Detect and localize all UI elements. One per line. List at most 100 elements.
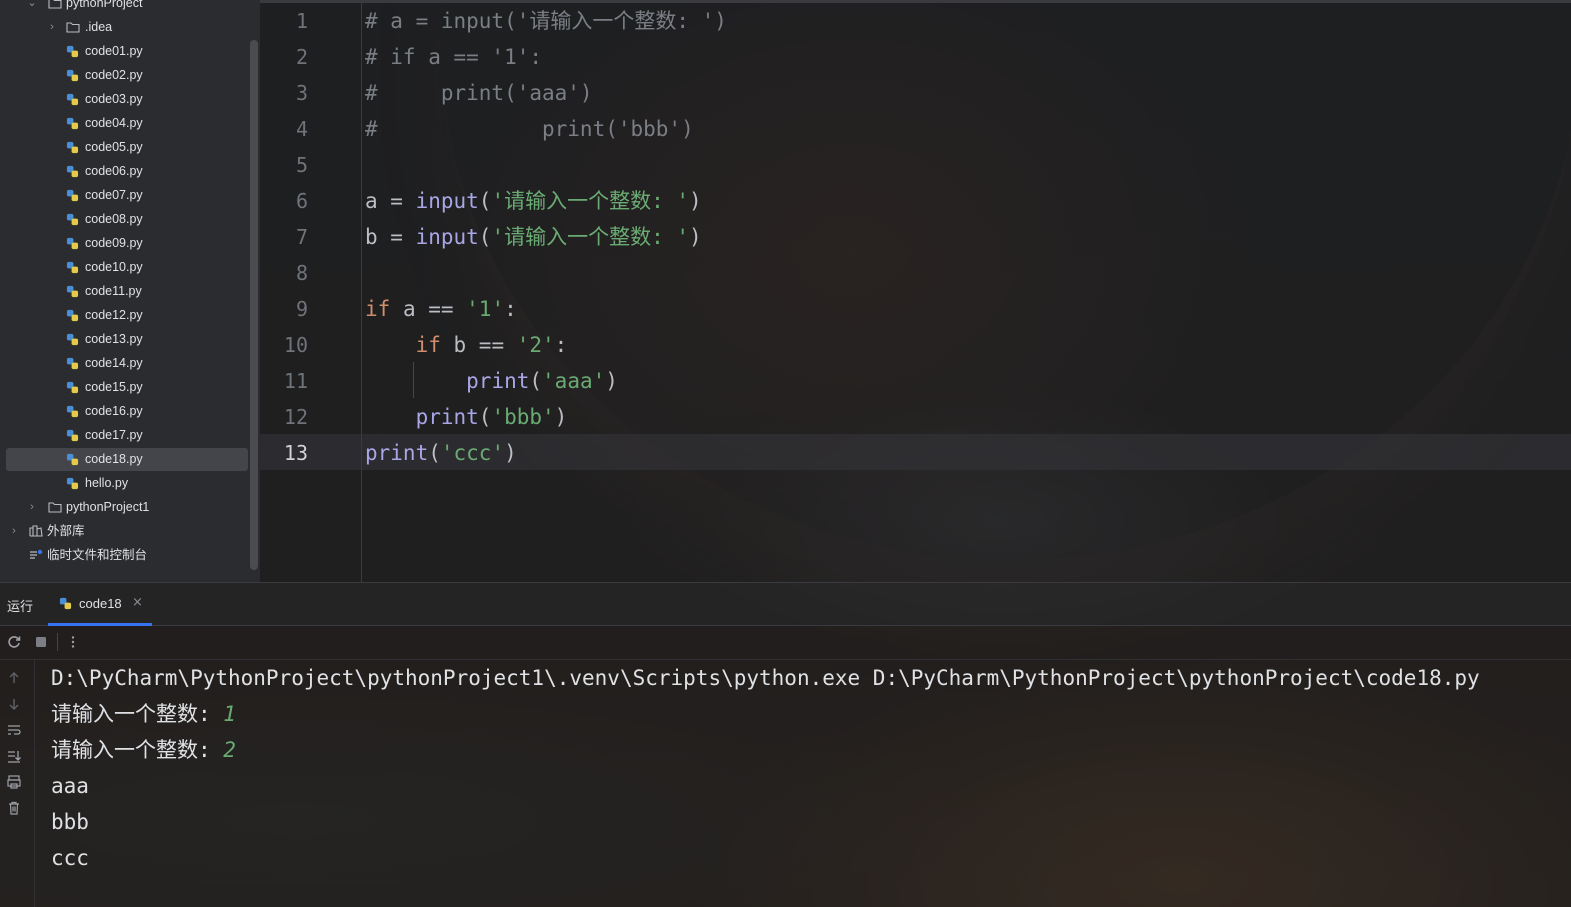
tree-item-code09py[interactable]: code09.py [6, 232, 248, 255]
tree-item-pythonproject1[interactable]: › pythonProject1 [6, 496, 248, 519]
code-text: print('ccc') [365, 435, 517, 471]
tree-item-code12py[interactable]: code12.py [6, 304, 248, 327]
code-line-1[interactable]: 1 # a = input('请输入一个整数: ') [260, 3, 1560, 39]
run-title: 运行 [7, 599, 34, 614]
code-line-4[interactable]: 4 # print('bbb') [260, 111, 1560, 147]
tree-item-label: code14.py [85, 356, 143, 370]
python-file-icon [66, 141, 79, 154]
console-text: D:\PyCharm\PythonProject\pythonProject1\… [51, 666, 1480, 690]
code-line-3[interactable]: 3 # print('aaa') [260, 75, 1560, 111]
console-output-line: bbb [51, 804, 89, 840]
code-token-fn: print [415, 405, 479, 429]
chevron-right-icon[interactable]: › [27, 496, 37, 519]
tree-item-hellopy[interactable]: hello.py [6, 472, 248, 495]
tree-item-scratches[interactable]: 临时文件和控制台 [6, 544, 248, 567]
scroll-to-end-icon[interactable] [6, 748, 22, 764]
tree-item-code14py[interactable]: code14.py [6, 352, 248, 375]
console-command-line: D:\PyCharm\PythonProject\pythonProject1\… [51, 660, 1480, 696]
tree-item-label: code12.py [85, 308, 143, 322]
rerun-icon[interactable] [6, 634, 22, 650]
code-token-str: 'ccc' [440, 441, 505, 465]
tree-item-code17py[interactable]: code17.py [6, 424, 248, 447]
chevron-right-icon[interactable]: › [47, 16, 57, 39]
tree-item-label: 临时文件和控制台 [47, 548, 148, 562]
line-number: 12 [283, 405, 308, 429]
line-number: 11 [283, 369, 308, 393]
code-line-5[interactable]: 5 [260, 147, 1560, 183]
console-output-line: aaa [51, 768, 89, 804]
tree-item-label: code07.py [85, 188, 143, 202]
tree-item-code15py[interactable]: code15.py [6, 376, 248, 399]
tree-item-label: .idea [85, 20, 113, 34]
python-file-icon [66, 357, 79, 370]
stop-icon[interactable] [33, 634, 49, 650]
tree-item-code02py[interactable]: code02.py [6, 64, 248, 87]
line-number: 1 [295, 9, 308, 33]
code-text: a = input('请输入一个整数: ') [365, 183, 702, 219]
chevron-down-icon[interactable]: ⌄ [27, 0, 37, 15]
tree-root-pythonproject[interactable]: ⌄ pythonProject [6, 0, 248, 15]
code-line-8[interactable]: 8 [260, 255, 1560, 291]
arrow-down-icon[interactable] [6, 696, 22, 712]
arrow-up-icon[interactable] [6, 670, 22, 686]
line-number: 2 [295, 45, 308, 69]
tree-item-code08py[interactable]: code08.py [6, 208, 248, 231]
tree-item-code03py[interactable]: code03.py [6, 88, 248, 111]
console-text: bbb [51, 810, 89, 834]
code-line-12[interactable]: 12 print('bbb') [260, 399, 1560, 435]
print-icon[interactable] [6, 774, 22, 790]
code-token-plain: ) [605, 369, 618, 393]
more-vertical-icon[interactable] [65, 634, 81, 650]
tree-item-code04py[interactable]: code04.py [6, 112, 248, 135]
tree-item-code16py[interactable]: code16.py [6, 400, 248, 423]
code-editor[interactable]: 1 # a = input('请输入一个整数: ') 2 # if a == '1':… [260, 0, 1571, 582]
tree-item-code18py[interactable]: code18.py [6, 448, 248, 471]
tree-item-code13py[interactable]: code13.py [6, 328, 248, 351]
code-token-plain: b == [440, 333, 517, 357]
code-line-13[interactable]: 13 print('ccc') [260, 435, 1560, 471]
run-tool-window: 运行 code18 × D:\PyCharm\PythonProject\pyt… [0, 582, 1571, 907]
tree-item-label: code01.py [85, 44, 143, 58]
python-file-icon [66, 453, 79, 466]
folder-icon [48, 0, 62, 9]
code-token-str: '请输入一个整数: ' [491, 189, 690, 213]
line-number: 3 [295, 81, 308, 105]
trash-icon[interactable] [6, 800, 22, 816]
tree-item-idea[interactable]: › .idea [6, 16, 248, 39]
run-tab-code18[interactable]: code18 × [48, 583, 152, 626]
close-icon[interactable]: × [132, 595, 143, 610]
project-tool-window: ⌄ pythonProject › .idea code01.py code02.py co… [0, 0, 260, 582]
code-token-comment: # print('bbb') [365, 117, 694, 141]
tree-item-label: code05.py [85, 140, 143, 154]
scratches-icon [30, 549, 43, 559]
line-number: 9 [295, 297, 308, 321]
tree-item-code07py[interactable]: code07.py [6, 184, 248, 207]
code-line-9[interactable]: 9 if a == '1': [260, 291, 1560, 327]
code-line-2[interactable]: 2 # if a == '1': [260, 39, 1560, 75]
code-line-6[interactable]: 6 a = input('请输入一个整数: ') [260, 183, 1560, 219]
tree-item-label: pythonProject [66, 0, 143, 10]
tree-item-label: code04.py [85, 116, 143, 130]
tree-item-label: 外部库 [47, 524, 85, 538]
tree-item-external-libraries[interactable]: › 外部库 [6, 520, 248, 543]
code-text: print('aaa') [365, 363, 618, 399]
code-line-11[interactable]: 11 print('aaa') [260, 363, 1560, 399]
project-tree-scrollbar[interactable] [250, 40, 258, 570]
tree-item-label: code08.py [85, 212, 143, 226]
tree-item-code05py[interactable]: code05.py [6, 136, 248, 159]
tree-item-code06py[interactable]: code06.py [6, 160, 248, 183]
tree-item-code01py[interactable]: code01.py [6, 40, 248, 63]
code-line-7[interactable]: 7 b = input('请输入一个整数: ') [260, 219, 1560, 255]
tree-item-code11py[interactable]: code11.py [6, 280, 248, 303]
chevron-right-icon[interactable]: › [9, 520, 19, 543]
code-line-10[interactable]: 10 if b == '2': [260, 327, 1560, 363]
tree-item-code10py[interactable]: code10.py [6, 256, 248, 279]
code-text: # print('bbb') [365, 111, 694, 147]
code-token-fn: input [415, 189, 479, 213]
code-token-plain: ( [478, 189, 492, 213]
soft-wrap-icon[interactable] [6, 722, 22, 738]
tree-item-label: code18.py [85, 452, 143, 466]
code-text: print('bbb') [365, 399, 568, 435]
